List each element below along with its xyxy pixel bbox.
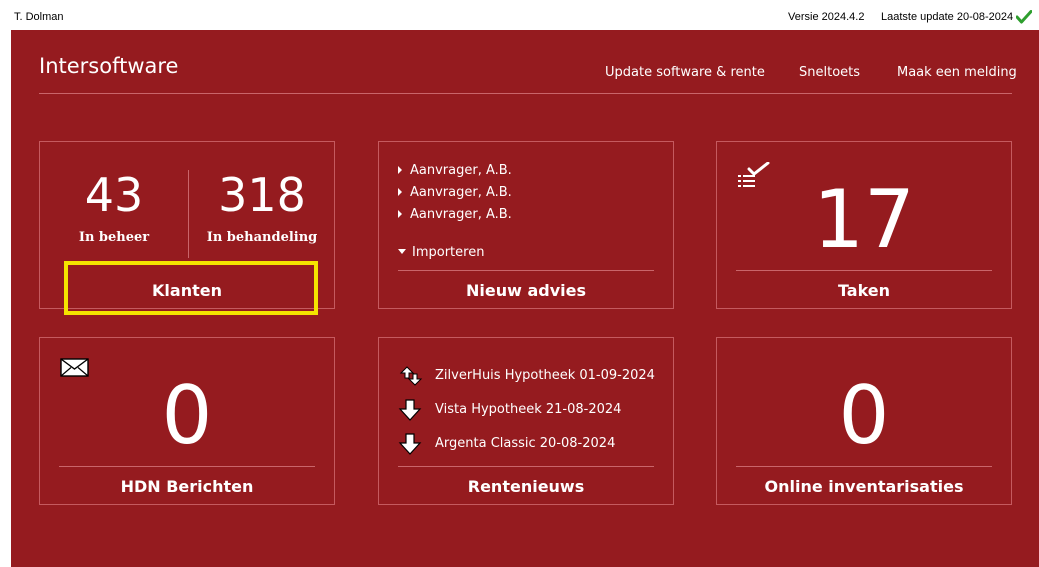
tile-divider bbox=[736, 270, 992, 271]
stat-in-beheer[interactable]: 43 In beheer bbox=[40, 172, 188, 245]
tile-title-klanten[interactable]: Klanten bbox=[40, 281, 334, 300]
rente-item-label: Vista Hypotheek 21-08-2024 bbox=[435, 402, 622, 417]
importeren-toggle[interactable]: Importeren bbox=[398, 245, 484, 260]
advies-item[interactable]: Aanvrager, A.B. bbox=[398, 163, 512, 178]
arrow-down-icon bbox=[398, 399, 422, 421]
tile-title-rentenieuws[interactable]: Rentenieuws bbox=[379, 477, 673, 496]
update-software-link[interactable]: Update software & rente bbox=[605, 65, 765, 80]
header-divider bbox=[39, 93, 1012, 94]
tile-title-hdn-berichten[interactable]: HDN Berichten bbox=[40, 477, 334, 496]
arrow-down-icon bbox=[398, 433, 422, 455]
version-label: Versie 2024.4.2 bbox=[788, 11, 865, 23]
tile-title-online-inventarisaties[interactable]: Online inventarisaties bbox=[717, 477, 1011, 496]
tile-rentenieuws[interactable]: ZilverHuis Hypotheek 01-09-2024 Vista Hy… bbox=[378, 337, 674, 505]
tile-title-nieuw-advies[interactable]: Nieuw advies bbox=[379, 281, 673, 300]
advies-item[interactable]: Aanvrager, A.B. bbox=[398, 207, 512, 222]
rente-item-label: ZilverHuis Hypotheek 01-09-2024 bbox=[435, 368, 655, 383]
stat-label: In beheer bbox=[78, 230, 150, 245]
user-name: T. Dolman bbox=[14, 11, 64, 23]
triangle-right-icon bbox=[398, 165, 402, 174]
tile-divider bbox=[398, 270, 654, 271]
stat-value: 43 bbox=[84, 168, 144, 222]
triangle-right-icon bbox=[398, 187, 402, 196]
tile-taken[interactable]: 17 Taken bbox=[716, 141, 1012, 309]
tile-hdn-berichten[interactable]: 0 HDN Berichten bbox=[39, 337, 335, 505]
tile-title-taken[interactable]: Taken bbox=[717, 281, 1011, 300]
stat-label: In behandeling bbox=[206, 230, 318, 245]
tile-divider bbox=[736, 466, 992, 467]
advies-item-label: Aanvrager, A.B. bbox=[410, 163, 512, 178]
dashboard: Intersoftware Update software & rente Sn… bbox=[11, 30, 1039, 567]
sneltoets-link[interactable]: Sneltoets bbox=[799, 65, 860, 80]
envelope-icon bbox=[60, 358, 89, 377]
tile-klanten[interactable]: 43 In beheer 318 In behandeling Klanten bbox=[39, 141, 335, 309]
tile-divider bbox=[59, 466, 315, 467]
online-count: 0 bbox=[838, 369, 890, 462]
tile-online-inventarisaties[interactable]: 0 Online inventarisaties bbox=[716, 337, 1012, 505]
stat-value: 318 bbox=[218, 168, 306, 222]
checkmark-icon bbox=[1016, 10, 1032, 24]
taken-count: 17 bbox=[813, 173, 915, 266]
advies-item[interactable]: Aanvrager, A.B. bbox=[398, 185, 512, 200]
last-update-label: Laatste update 20-08-2024 bbox=[881, 11, 1014, 23]
stat-in-behandeling[interactable]: 318 In behandeling bbox=[188, 172, 336, 245]
tile-divider bbox=[398, 466, 654, 467]
rente-item-label: Argenta Classic 20-08-2024 bbox=[435, 436, 616, 451]
tile-nieuw-advies[interactable]: Aanvrager, A.B. Aanvrager, A.B. Aanvrage… bbox=[378, 141, 674, 309]
hdn-count: 0 bbox=[161, 369, 213, 462]
advies-item-label: Aanvrager, A.B. bbox=[410, 185, 512, 200]
triangle-down-icon bbox=[398, 249, 406, 254]
triangle-right-icon bbox=[398, 209, 402, 218]
importeren-label: Importeren bbox=[412, 245, 485, 260]
top-status-bar: T. Dolman Versie 2024.4.2 Laatste update… bbox=[0, 0, 1039, 30]
rate-change-icon bbox=[399, 366, 423, 386]
maak-melding-link[interactable]: Maak een melding bbox=[897, 65, 1017, 80]
brand-title: Intersoftware bbox=[39, 54, 179, 78]
advies-item-label: Aanvrager, A.B. bbox=[410, 207, 512, 222]
